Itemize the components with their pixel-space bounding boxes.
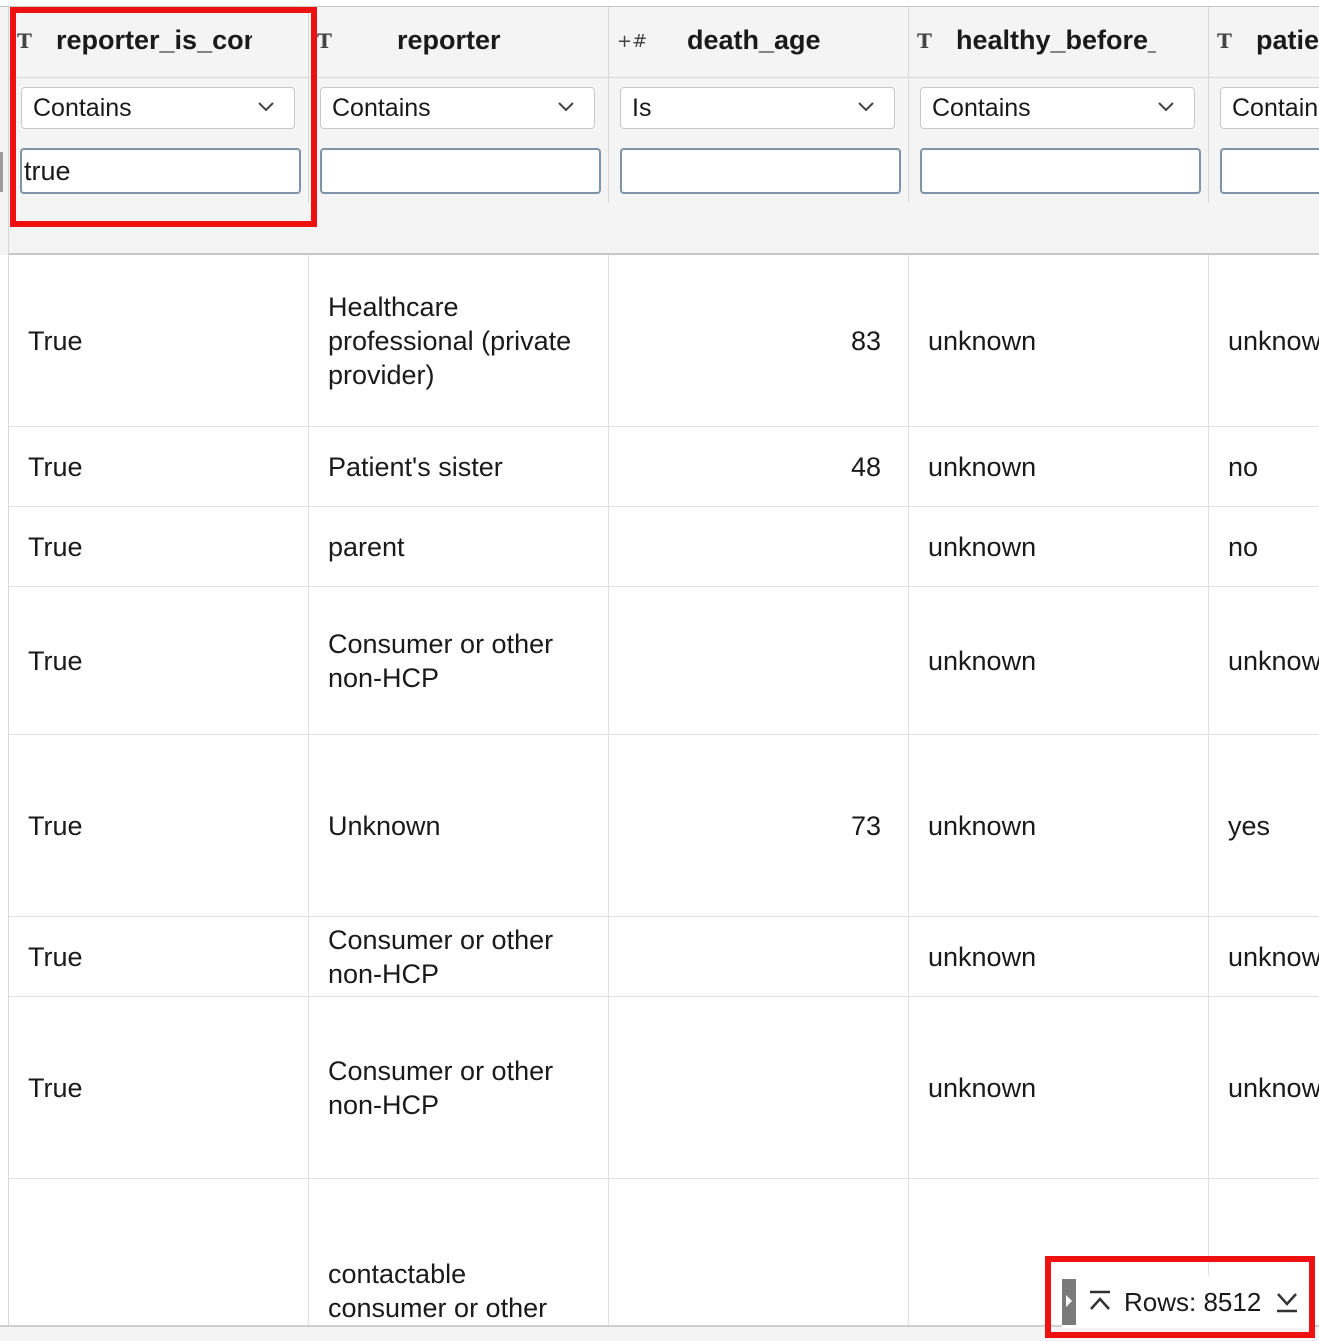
chevron-down-icon — [258, 102, 274, 112]
row-gutter-marker — [0, 152, 3, 192]
filter-operator-select[interactable]: Is — [620, 87, 895, 129]
column-title[interactable]: reporter_is_con — [56, 25, 252, 56]
cell-healthy-before[interactable]: unknown — [909, 997, 1209, 1178]
column-header-reporter-is-con: T reporter_is_con Contains true — [9, 7, 309, 203]
cell-healthy-before[interactable]: unknown — [909, 587, 1209, 734]
cell-healthy-before[interactable]: unknown — [909, 917, 1209, 996]
filter-operator-value: Contains — [932, 94, 1031, 122]
filter-operator-value: Contain — [1232, 94, 1319, 122]
column-title[interactable]: patie — [1256, 25, 1319, 56]
cell-death-age[interactable] — [609, 507, 909, 586]
table-row[interactable]: True Healthcare professional (private pr… — [9, 255, 1319, 427]
cell-reporter-is-con[interactable]: True — [9, 427, 309, 506]
filter-value-input[interactable]: true — [20, 148, 301, 194]
cell-reporter[interactable]: Unknown — [309, 735, 609, 916]
cell-patie[interactable]: unknow — [1209, 917, 1319, 996]
filter-value-input[interactable] — [1220, 148, 1319, 194]
cell-healthy-before[interactable]: unknown — [909, 735, 1209, 916]
cell-patie[interactable]: unknow — [1209, 255, 1319, 426]
cell-reporter-is-con[interactable]: True — [9, 587, 309, 734]
cell-patie[interactable]: unknow — [1209, 997, 1319, 1178]
filter-operator-select[interactable]: Contains — [21, 87, 295, 129]
filter-operator-select[interactable]: Contains — [920, 87, 1195, 129]
cell-death-age[interactable] — [609, 997, 909, 1178]
chevron-up-bar-icon[interactable] — [1088, 1289, 1112, 1315]
cell-reporter-is-con[interactable]: True — [9, 997, 309, 1178]
table-row[interactable]: True Consumer or other non-HCP unknown u… — [9, 997, 1319, 1179]
column-title[interactable]: healthy_before_ — [956, 25, 1156, 56]
cell-healthy-before[interactable]: unknown — [909, 255, 1209, 426]
cell-reporter[interactable]: Consumer or other non-HCP — [309, 917, 609, 996]
cell-reporter-is-con[interactable]: True — [9, 735, 309, 916]
cell-healthy-before[interactable]: unknown — [909, 507, 1209, 586]
data-grid: T reporter_is_con Contains true T report… — [0, 0, 1319, 1341]
cell-reporter[interactable]: Healthcare professional (private provide… — [309, 255, 609, 426]
chevron-down-icon — [858, 102, 874, 112]
cell-reporter-is-con[interactable]: True — [9, 917, 309, 996]
chevron-down-icon — [1158, 102, 1174, 112]
cell-death-age[interactable]: 83 — [609, 255, 909, 426]
cell-death-age[interactable]: 73 — [609, 735, 909, 916]
cell-death-age[interactable] — [609, 917, 909, 996]
column-header-healthy-before: T healthy_before_ Contains — [909, 7, 1209, 203]
filter-value-input[interactable] — [620, 148, 901, 194]
chevron-down-icon — [558, 102, 574, 112]
collapse-handle[interactable] — [1062, 1279, 1076, 1325]
cell-patie[interactable]: no — [1209, 427, 1319, 506]
cell-death-age[interactable] — [609, 1179, 909, 1329]
column-header-patie: T patie Contain — [1209, 7, 1319, 203]
chevron-down-bar-icon[interactable] — [1275, 1289, 1299, 1315]
filter-value-input[interactable] — [320, 148, 601, 194]
column-header-reporter: T reporter Contains — [309, 7, 609, 203]
cell-reporter-is-con[interactable]: True — [9, 255, 309, 426]
cell-patie[interactable]: unknow — [1209, 587, 1319, 734]
filter-operator-select[interactable]: Contains — [320, 87, 595, 129]
text-type-icon: T — [17, 29, 32, 53]
filter-operator-value: Is — [632, 94, 652, 122]
cell-reporter-is-con[interactable]: True — [9, 507, 309, 586]
cell-reporter[interactable]: parent — [309, 507, 609, 586]
column-title-row[interactable]: T reporter_is_con — [9, 7, 308, 78]
column-title-row[interactable]: T patie — [1209, 7, 1319, 78]
column-title-row[interactable]: +# death_age — [609, 7, 908, 78]
cell-reporter[interactable]: Consumer or other non-HCP — [309, 997, 609, 1178]
column-title-row[interactable]: T healthy_before_ — [909, 7, 1208, 78]
cell-reporter[interactable]: contactable consumer or other — [309, 1179, 609, 1329]
filter-operator-value: Contains — [332, 94, 431, 122]
column-title[interactable]: reporter — [397, 25, 597, 56]
cell-healthy-before[interactable]: unknown — [909, 427, 1209, 506]
row-count-label: Rows: 8512 — [1124, 1286, 1262, 1317]
cell-reporter[interactable]: Patient's sister — [309, 427, 609, 506]
cell-reporter[interactable]: Consumer or other non-HCP — [309, 587, 609, 734]
text-type-icon: T — [917, 29, 932, 53]
column-title[interactable]: death_age — [687, 25, 887, 56]
column-header-death-age: +# death_age Is — [609, 7, 909, 203]
table-row[interactable]: True Consumer or other non-HCP unknown u… — [9, 587, 1319, 735]
cell-patie[interactable]: yes — [1209, 735, 1319, 916]
table-row[interactable]: True Unknown 73 unknown yes — [9, 735, 1319, 917]
filter-operator-select[interactable]: Contain — [1220, 87, 1319, 129]
table-row[interactable]: True parent unknown no — [9, 507, 1319, 587]
cell-patie[interactable]: no — [1209, 507, 1319, 586]
number-type-icon: +# — [617, 31, 648, 52]
text-type-icon: T — [317, 29, 332, 53]
text-type-icon: T — [1217, 29, 1232, 53]
row-count-control: Rows: 8512 — [1062, 1276, 1312, 1328]
filter-operator-value: Contains — [33, 94, 132, 122]
table-row[interactable]: True Patient's sister 48 unknown no — [9, 427, 1319, 507]
cell-reporter-is-con[interactable] — [9, 1179, 309, 1329]
column-title-row[interactable]: T reporter — [309, 7, 608, 78]
table-row[interactable]: True Consumer or other non-HCP unknown u… — [9, 917, 1319, 997]
cell-death-age[interactable]: 48 — [609, 427, 909, 506]
cell-death-age[interactable] — [609, 587, 909, 734]
filter-value-input[interactable] — [920, 148, 1201, 194]
